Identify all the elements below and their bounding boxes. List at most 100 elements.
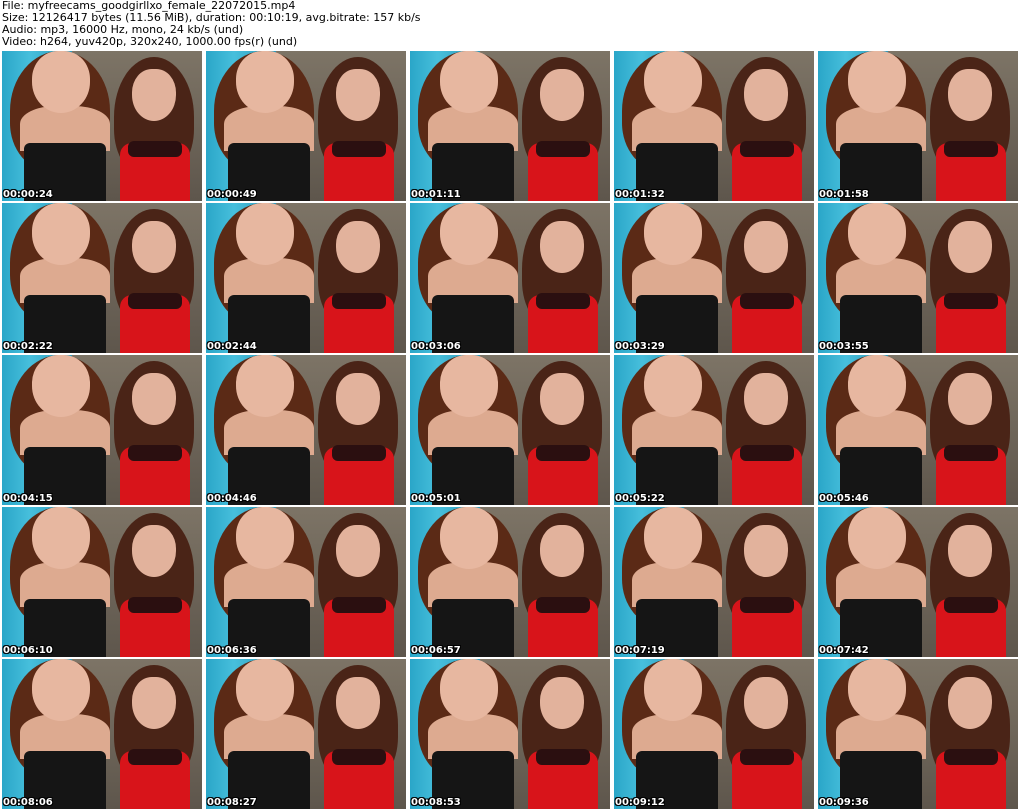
thumbnail-timestamp: 00:08:27	[207, 797, 257, 808]
reflection-face-image	[132, 221, 176, 273]
person-face-image	[236, 507, 294, 569]
dress-lace-image	[332, 141, 386, 157]
reflection-face-image	[336, 373, 380, 425]
thumbnail-grid: 00:00:24 00:00:49 00:01:11 00:01:32 00:01:58…	[2, 51, 1023, 810]
person-face-image	[32, 659, 90, 721]
reflection-face-image	[744, 69, 788, 121]
thumbnail-timestamp: 00:05:46	[819, 493, 869, 504]
reflection-face-image	[948, 525, 992, 577]
video-thumbnail: 00:02:44	[206, 203, 406, 353]
reflection-face-image	[132, 677, 176, 729]
reflection-face-image	[336, 677, 380, 729]
thumbnail-timestamp: 00:04:15	[3, 493, 53, 504]
thumbnail-timestamp: 00:08:06	[3, 797, 53, 808]
person-face-image	[848, 355, 906, 417]
thumbnail-timestamp: 00:04:46	[207, 493, 257, 504]
dress-lace-image	[944, 445, 998, 461]
video-thumbnail: 00:00:24	[2, 51, 202, 201]
reflection-face-image	[540, 525, 584, 577]
video-thumbnail: 00:04:46	[206, 355, 406, 505]
reflection-face-image	[948, 69, 992, 121]
dress-lace-image	[128, 141, 182, 157]
audio-info-line: Audio: mp3, 16000 Hz, mono, 24 kb/s (und…	[2, 24, 244, 36]
thumbnail-timestamp: 00:02:22	[3, 341, 53, 352]
reflection-face-image	[336, 221, 380, 273]
person-face-image	[848, 203, 906, 265]
reflection-face-image	[744, 525, 788, 577]
dress-lace-image	[536, 597, 590, 613]
thumbnail-timestamp: 00:09:36	[819, 797, 869, 808]
person-face-image	[236, 355, 294, 417]
video-thumbnail: 00:02:22	[2, 203, 202, 353]
thumbnail-timestamp: 00:00:49	[207, 189, 257, 200]
video-thumbnail: 00:07:19	[614, 507, 814, 657]
reflection-face-image	[132, 525, 176, 577]
thumbnail-timestamp: 00:01:11	[411, 189, 461, 200]
video-thumbnail: 00:08:27	[206, 659, 406, 809]
video-thumbnail: 00:00:49	[206, 51, 406, 201]
dress-lace-image	[128, 597, 182, 613]
dress-lace-image	[128, 749, 182, 765]
dress-lace-image	[332, 597, 386, 613]
file-name-line: File: myfreecams_goodgirllxo_female_2207…	[2, 0, 296, 12]
reflection-face-image	[948, 677, 992, 729]
dress-lace-image	[944, 141, 998, 157]
dress-lace-image	[332, 749, 386, 765]
reflection-face-image	[948, 373, 992, 425]
thumbnail-timestamp: 00:05:01	[411, 493, 461, 504]
person-face-image	[32, 203, 90, 265]
dress-lace-image	[128, 293, 182, 309]
thumbnail-timestamp: 00:00:24	[3, 189, 53, 200]
person-face-image	[644, 203, 702, 265]
dress-lace-image	[740, 597, 794, 613]
dress-lace-image	[332, 445, 386, 461]
reflection-face-image	[744, 677, 788, 729]
thumbnail-timestamp: 00:01:32	[615, 189, 665, 200]
dress-lace-image	[944, 749, 998, 765]
video-thumbnail: 00:08:53	[410, 659, 610, 809]
video-info-line: Video: h264, yuv420p, 320x240, 1000.00 f…	[2, 36, 298, 48]
reflection-face-image	[540, 221, 584, 273]
reflection-face-image	[540, 373, 584, 425]
person-face-image	[236, 203, 294, 265]
video-thumbnail: 00:01:11	[410, 51, 610, 201]
thumbnail-timestamp: 00:09:12	[615, 797, 665, 808]
dress-lace-image	[740, 293, 794, 309]
dress-lace-image	[332, 293, 386, 309]
thumbnail-timestamp: 00:03:55	[819, 341, 869, 352]
reflection-face-image	[948, 221, 992, 273]
dress-lace-image	[740, 141, 794, 157]
dress-lace-image	[128, 445, 182, 461]
person-face-image	[440, 355, 498, 417]
person-face-image	[32, 507, 90, 569]
dress-lace-image	[944, 597, 998, 613]
video-thumbnail: 00:06:10	[2, 507, 202, 657]
video-thumbnail: 00:05:46	[818, 355, 1018, 505]
video-thumbnail: 00:01:58	[818, 51, 1018, 201]
person-face-image	[644, 355, 702, 417]
dress-lace-image	[536, 141, 590, 157]
video-thumbnail: 00:06:57	[410, 507, 610, 657]
thumbnail-timestamp: 00:06:36	[207, 645, 257, 656]
video-thumbnail: 00:09:12	[614, 659, 814, 809]
video-thumbnail: 00:05:22	[614, 355, 814, 505]
reflection-face-image	[540, 677, 584, 729]
video-thumbnail: 00:09:36	[818, 659, 1018, 809]
person-face-image	[440, 659, 498, 721]
video-thumbnail: 00:03:06	[410, 203, 610, 353]
video-thumbnail: 00:03:55	[818, 203, 1018, 353]
file-info-header: File: myfreecams_goodgirllxo_female_2207…	[2, 0, 1022, 50]
video-thumbnail: 00:04:15	[2, 355, 202, 505]
video-thumbnail: 00:01:32	[614, 51, 814, 201]
thumbnail-timestamp: 00:07:42	[819, 645, 869, 656]
person-face-image	[32, 355, 90, 417]
video-thumbnail: 00:07:42	[818, 507, 1018, 657]
person-face-image	[848, 659, 906, 721]
person-face-image	[848, 507, 906, 569]
thumbnail-timestamp: 00:02:44	[207, 341, 257, 352]
reflection-face-image	[132, 373, 176, 425]
video-thumbnail: 00:05:01	[410, 355, 610, 505]
thumbnail-timestamp: 00:01:58	[819, 189, 869, 200]
thumbnail-timestamp: 00:07:19	[615, 645, 665, 656]
dress-lace-image	[536, 445, 590, 461]
